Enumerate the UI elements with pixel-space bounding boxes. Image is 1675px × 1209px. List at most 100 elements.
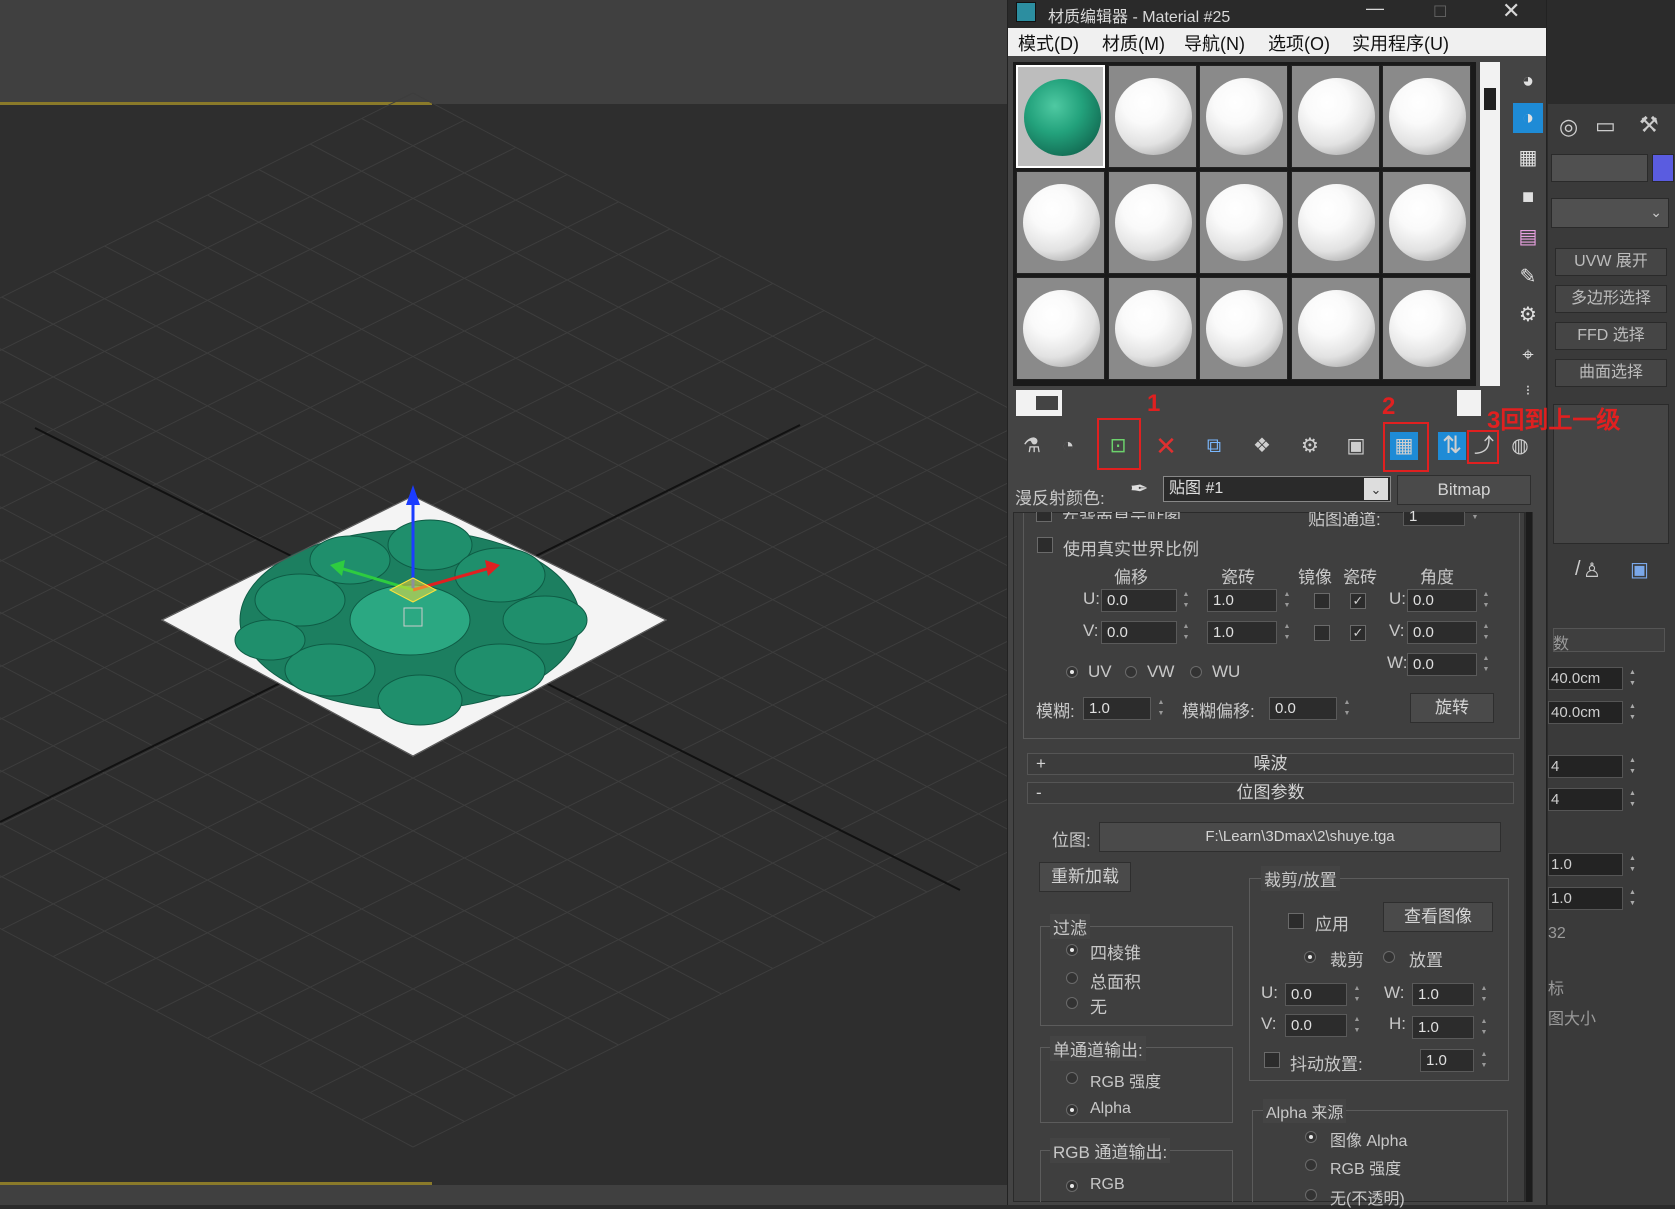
- filter-pyramidal-radio[interactable]: [1066, 944, 1078, 956]
- crop-v-field[interactable]: 0.0: [1285, 1014, 1347, 1037]
- uvw-unwrap-button[interactable]: UVW 展开: [1555, 248, 1667, 276]
- material-sample-slot[interactable]: [1290, 171, 1380, 274]
- alpha-image-radio[interactable]: [1305, 1131, 1317, 1143]
- select-by-material-icon[interactable]: ⌖: [1513, 340, 1543, 370]
- v-angle-field[interactable]: 0.0: [1407, 621, 1477, 644]
- map-channel-spinner[interactable]: ▼: [1468, 512, 1482, 526]
- bitmap-params-rollout[interactable]: - 位图参数: [1027, 782, 1514, 804]
- put-to-library-icon[interactable]: ⚙: [1296, 432, 1324, 460]
- material-editor-titlebar[interactable]: 材质编辑器 - Material #25 — ☐ ✕: [1008, 0, 1546, 28]
- w-angle-spinner[interactable]: ▲ ▼: [1479, 653, 1493, 676]
- slots-vertical-scrollbar[interactable]: [1480, 62, 1500, 386]
- u-tiling-spinner[interactable]: ▲ ▼: [1280, 589, 1294, 612]
- configure-modifier-sets-icon[interactable]: ▣: [1630, 557, 1649, 582]
- material-sample-slot[interactable]: [1016, 65, 1105, 168]
- display-icon[interactable]: ▭: [1595, 113, 1616, 139]
- material-sample-slot[interactable]: [1199, 277, 1288, 380]
- u-angle-spinner[interactable]: ▲ ▼: [1479, 589, 1493, 612]
- reset-map-icon[interactable]: ✕: [1152, 432, 1180, 460]
- reload-button[interactable]: 重新加载: [1039, 862, 1131, 892]
- ffd-select-button[interactable]: FFD 选择: [1555, 322, 1667, 350]
- noise-rollout[interactable]: + 噪波: [1027, 753, 1514, 775]
- show-end-result-icon[interactable]: ⇅: [1438, 432, 1466, 460]
- eyedropper-icon[interactable]: ✒: [1130, 476, 1148, 502]
- sample-type-icon[interactable]: ◕: [1513, 66, 1543, 96]
- blur-offset-field[interactable]: 0.0: [1269, 697, 1337, 720]
- bitmap-path-button[interactable]: F:\Learn\3Dmax\2\shuye.tga: [1099, 822, 1501, 852]
- make-unique-icon[interactable]: ❖: [1248, 432, 1276, 460]
- v-offset-field[interactable]: 0.0: [1101, 621, 1177, 644]
- rgb-output-rgb-radio[interactable]: [1066, 1180, 1078, 1192]
- width-spinner[interactable]: ▲ ▼: [1626, 701, 1639, 724]
- crop-h-field[interactable]: 1.0: [1412, 1016, 1474, 1039]
- material-sample-slot[interactable]: [1016, 171, 1105, 274]
- copy-material-icon[interactable]: ⧉: [1200, 432, 1228, 460]
- w-angle-field[interactable]: 0.0: [1407, 653, 1477, 676]
- material-sample-slot[interactable]: [1382, 171, 1471, 274]
- material-sample-slot[interactable]: [1199, 65, 1288, 168]
- render-scale-field[interactable]: 1.0: [1548, 853, 1623, 876]
- make-preview-icon[interactable]: ✎: [1513, 262, 1543, 292]
- object-color-swatch[interactable]: [1652, 154, 1674, 182]
- blur-spinner[interactable]: ▲ ▼: [1154, 697, 1168, 720]
- real-world-scale-checkbox[interactable]: [1037, 537, 1053, 553]
- crop-w-field[interactable]: 1.0: [1412, 983, 1474, 1006]
- map-name-dropdown[interactable]: 贴图 #1 ⌄: [1163, 476, 1391, 502]
- u-tile-checkbox[interactable]: ✓: [1350, 593, 1366, 609]
- crop-w-spinner[interactable]: ▲ ▼: [1477, 983, 1491, 1006]
- material-sample-slot[interactable]: [1290, 65, 1380, 168]
- parameters-scrollbar[interactable]: [1525, 512, 1533, 1202]
- material-sample-slot[interactable]: [1290, 277, 1380, 380]
- length-spinner[interactable]: ▲ ▼: [1626, 667, 1639, 690]
- show-end-result-icon[interactable]: ♙: [1583, 558, 1601, 583]
- crop-u-field[interactable]: 0.0: [1285, 983, 1347, 1006]
- surface-select-button[interactable]: 曲面选择: [1555, 359, 1667, 387]
- place-radio[interactable]: [1383, 951, 1395, 963]
- u-mirror-checkbox[interactable]: [1314, 593, 1330, 609]
- v-offset-spinner[interactable]: ▲ ▼: [1179, 621, 1193, 644]
- background-checker-icon[interactable]: ▦: [1513, 143, 1543, 173]
- material-sample-slot[interactable]: [1107, 171, 1197, 274]
- alpha-none-radio[interactable]: [1305, 1189, 1317, 1201]
- close-icon[interactable]: ✕: [1502, 0, 1520, 24]
- menu-navigation[interactable]: 导航(N): [1184, 30, 1245, 56]
- get-material-icon[interactable]: ⚗: [1018, 432, 1046, 460]
- v-tile-checkbox[interactable]: ✓: [1350, 625, 1366, 641]
- jitter-placement-spinner[interactable]: ▲ ▼: [1477, 1049, 1491, 1072]
- filter-none-radio[interactable]: [1066, 997, 1078, 1009]
- crop-radio[interactable]: [1304, 951, 1316, 963]
- v-tiling-field[interactable]: 1.0: [1207, 621, 1277, 644]
- map-type-button[interactable]: Bitmap: [1397, 475, 1531, 505]
- length-segs-field[interactable]: 4: [1548, 755, 1623, 778]
- pin-stack-icon[interactable]: /: [1575, 558, 1581, 581]
- material-sample-slot[interactable]: [1382, 65, 1471, 168]
- jitter-placement-checkbox[interactable]: [1264, 1052, 1280, 1068]
- minimize-icon[interactable]: —: [1366, 0, 1384, 19]
- width-field[interactable]: 40.0cm: [1548, 701, 1623, 724]
- length-segs-spinner[interactable]: ▲ ▼: [1626, 755, 1639, 778]
- u-tiling-field[interactable]: 1.0: [1207, 589, 1277, 612]
- show-map-on-back-checkbox[interactable]: [1036, 512, 1052, 522]
- material-sample-slot[interactable]: [1382, 277, 1471, 380]
- utilities-hammer-icon[interactable]: ⚒: [1639, 112, 1659, 138]
- vw-radio[interactable]: [1125, 666, 1137, 678]
- mono-rgb-intensity-radio[interactable]: [1066, 1072, 1078, 1084]
- filter-summed-area-radio[interactable]: [1066, 972, 1078, 984]
- crop-v-spinner[interactable]: ▲ ▼: [1350, 1014, 1364, 1037]
- mono-alpha-radio[interactable]: [1066, 1104, 1078, 1116]
- blur-field[interactable]: 1.0: [1083, 697, 1151, 720]
- map-channel-field[interactable]: 1: [1403, 509, 1465, 526]
- render-scale-spinner[interactable]: ▲ ▼: [1626, 853, 1639, 876]
- maximize-icon[interactable]: ☐: [1433, 2, 1447, 22]
- uv-radio[interactable]: [1066, 666, 1078, 678]
- rotate-button[interactable]: 旋转: [1410, 693, 1494, 723]
- object-name-field[interactable]: [1551, 154, 1648, 182]
- jitter-placement-field[interactable]: 1.0: [1420, 1049, 1474, 1072]
- view-image-button[interactable]: 查看图像: [1383, 902, 1493, 932]
- video-color-check-icon[interactable]: ▤: [1513, 222, 1543, 252]
- render-density-field[interactable]: 1.0: [1548, 887, 1623, 910]
- backlight-icon[interactable]: ◑: [1513, 103, 1543, 133]
- apply-crop-checkbox[interactable]: [1288, 913, 1304, 929]
- menu-mode[interactable]: 模式(D): [1018, 30, 1079, 56]
- modifier-list-dropdown[interactable]: ⌄: [1551, 198, 1669, 228]
